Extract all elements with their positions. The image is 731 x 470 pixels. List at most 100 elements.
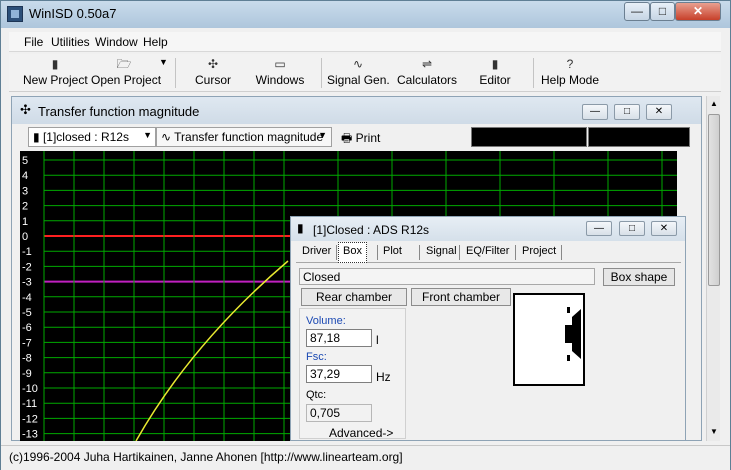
tab-separator [336,245,337,260]
editor-icon: ▮ [491,57,499,71]
project-icon: ▮ [297,221,304,235]
tab-plot[interactable]: Plot [379,243,406,262]
new-project-button[interactable]: ▮ New Project [23,56,88,90]
help-icon: ? [566,57,574,71]
scroll-thumb[interactable] [708,114,720,286]
child-close-button[interactable]: ✕ [646,104,672,120]
sine-wave-icon: ∿ [352,57,364,71]
fsc-unit: Hz [376,370,391,384]
app-title: WinISD 0.50a7 [29,6,117,21]
status-bar: (c)1996-2004 Juha Hartikainen, Janne Aho… [1,445,730,470]
chevron-down-icon: ▼ [318,130,327,140]
box-minimize-button[interactable]: — [586,221,612,236]
y-tick-label: -2 [22,261,32,273]
y-tick-label: -13 [22,429,38,441]
volume-unit: l [376,333,379,347]
child-window-title: Transfer function magnitude [38,104,200,119]
response-curve [135,260,289,441]
box-close-button[interactable]: ✕ [651,221,677,236]
scroll-down-icon[interactable]: ▼ [707,424,721,440]
calculator-icon: ⇌ [421,57,433,71]
qtc-value: 0,705 [306,404,372,422]
fsc-input[interactable]: 37,29 [306,365,372,383]
tab-separator [377,245,378,260]
box-type-field[interactable]: Closed [299,268,595,285]
tab-box[interactable]: Box [338,242,367,263]
child-minimize-button[interactable]: — [582,104,608,120]
volume-label: Volume: [306,315,346,327]
y-tick-label: -1 [22,246,32,258]
open-project-button[interactable]: 🗁 Open Project [91,56,161,90]
y-tick-label: 0 [22,231,28,243]
y-tick-label: -8 [22,353,32,365]
tab-separator [419,245,420,260]
help-mode-button[interactable]: ? Help Mode [539,56,601,90]
y-tick-label: -12 [22,413,38,425]
toolbar-separator [175,58,176,88]
box-window-titlebar: ▮ [1]Closed : ADS R12s — □ ✕ [291,217,685,241]
advanced-button[interactable]: Advanced-> [329,426,393,440]
tab-separator [459,245,460,260]
box-maximize-button[interactable]: □ [619,221,645,236]
cursor-readout-x [471,127,587,147]
menu-window[interactable]: Window [95,35,138,49]
maximize-button[interactable]: □ [650,2,675,21]
main-titlebar: WinISD 0.50a7 — □ ✕ [1,1,730,28]
rear-chamber-button[interactable]: Rear chamber [301,288,407,306]
menu-utilities[interactable]: Utilities [51,35,90,49]
cursor-button[interactable]: ✣ Cursor [183,56,243,90]
speaker-driver-icon [565,307,581,361]
printer-icon: 🖶 [341,131,353,145]
scroll-up-icon[interactable]: ▲ [707,96,721,112]
tab-project[interactable]: Project [518,243,560,262]
box-shape-button[interactable]: Box shape [603,268,675,286]
front-chamber-button[interactable]: Front chamber [411,288,511,306]
main-window: WinISD 0.50a7 — □ ✕ File Utilities Windo… [0,0,731,470]
y-tick-label: -4 [22,292,32,304]
menu-help[interactable]: Help [143,35,168,49]
series-select[interactable]: ▮ [1]closed : R12s ▼ [28,127,156,147]
y-tick-label: -7 [22,337,32,349]
vertical-scrollbar[interactable]: ▲ ▼ [706,96,720,441]
box-properties-window: ▮ [1]Closed : ADS R12s — □ ✕ Driver Box … [290,216,686,441]
editor-button[interactable]: ▮ Editor [467,56,523,90]
tab-signal[interactable]: Signal [422,243,461,262]
windows-icon: ▭ [274,57,286,71]
project-icon: ▮ [33,130,43,144]
tab-eq-filter[interactable]: EQ/Filter [462,243,513,262]
windows-button[interactable]: ▭ Windows [249,56,311,90]
box-tabs: Driver Box Plot Signal EQ/Filter Project [296,242,681,263]
calculators-button[interactable]: ⇌ Calculators [395,56,459,90]
minimize-button[interactable]: — [624,2,650,21]
fsc-label: Fsc: [306,351,327,363]
signal-gen-button[interactable]: ∿ Signal Gen. [327,56,390,90]
cursor-readout-y [588,127,690,147]
open-project-dropdown-icon[interactable]: ▼ [159,57,168,67]
volume-input[interactable]: 87,18 [306,329,372,347]
menu-file[interactable]: File [24,35,43,49]
y-tick-label: 3 [22,185,28,197]
cursor-icon: ✣ [207,57,219,71]
open-folder-icon: 🗁 [116,57,132,71]
toolbar-separator [321,58,322,88]
y-tick-label: -6 [22,322,32,334]
close-button[interactable]: ✕ [675,2,721,21]
toolbar: ▮ New Project 🗁 Open Project ▼ ✣ Cursor … [9,54,721,92]
child-maximize-button[interactable]: □ [614,104,640,120]
y-tick-label: 1 [22,216,28,228]
app-icon [7,6,23,22]
rear-chamber-panel: Volume: 87,18 l Fsc: 37,29 Hz Qtc: 0,705 [299,308,406,439]
qtc-label: Qtc: [306,389,327,401]
new-project-icon: ▮ [51,57,59,71]
print-button[interactable]: 🖶 Print [341,127,380,147]
sine-wave-icon: ∿ [161,130,175,144]
menu-bar: File Utilities Window Help [9,32,721,52]
box-diagram [513,293,585,386]
tab-driver[interactable]: Driver [298,243,335,262]
tab-separator [515,245,516,260]
toolbar-separator [533,58,534,88]
view-select[interactable]: ∿ Transfer function magnitude ▼ [156,127,332,147]
plot-toolbar: ▮ [1]closed : R12s ▼ ∿ Transfer function… [26,125,690,147]
tab-separator [561,245,562,260]
y-tick-label: -11 [22,398,37,410]
